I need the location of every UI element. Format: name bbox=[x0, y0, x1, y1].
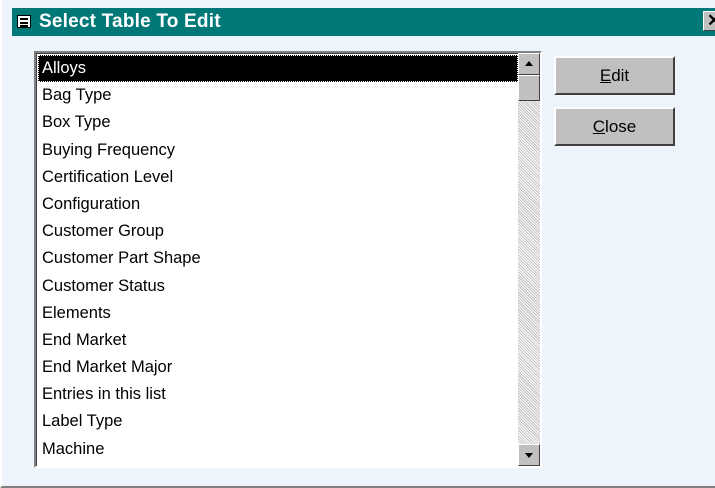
list-item[interactable]: Customer Group bbox=[38, 218, 518, 245]
arrow-up-icon bbox=[525, 61, 533, 66]
scroll-down-button[interactable] bbox=[518, 444, 540, 466]
list-item[interactable]: Alloys bbox=[38, 55, 518, 83]
list-item[interactable]: Configuration bbox=[38, 191, 518, 218]
list-item[interactable]: Bag Type bbox=[38, 82, 518, 109]
form-icon bbox=[17, 15, 31, 28]
list-item[interactable]: End Market bbox=[38, 327, 518, 354]
list-item[interactable]: Customer Status bbox=[38, 273, 518, 300]
close-window-button[interactable]: ✕ bbox=[703, 11, 715, 31]
vertical-scrollbar[interactable] bbox=[518, 53, 540, 466]
edit-mnemonic: E bbox=[599, 66, 612, 85]
edit-button[interactable]: Edit bbox=[554, 56, 675, 95]
title-bar[interactable]: Select Table To Edit ✕ bbox=[12, 8, 715, 36]
table-list[interactable]: Alloys Bag Type Box Type Buying Frequenc… bbox=[38, 55, 518, 466]
window-title: Select Table To Edit bbox=[39, 11, 221, 32]
select-table-dialog: Select Table To Edit ✕ Alloys Bag Type B… bbox=[0, 0, 715, 488]
close-mnemonic: C bbox=[592, 117, 606, 136]
list-item[interactable]: Buying Frequency bbox=[38, 137, 518, 164]
list-item[interactable]: End Market Major bbox=[38, 354, 518, 381]
close-button[interactable]: Close bbox=[554, 107, 675, 146]
close-label-rest: lose bbox=[605, 117, 637, 136]
table-listbox[interactable]: Alloys Bag Type Box Type Buying Frequenc… bbox=[34, 51, 542, 468]
list-item[interactable]: Certification Level bbox=[38, 164, 518, 191]
edit-label-rest: dit bbox=[611, 66, 630, 85]
dialog-body: Alloys Bag Type Box Type Buying Frequenc… bbox=[12, 36, 715, 476]
list-item[interactable]: Box Type bbox=[38, 109, 518, 136]
close-icon: ✕ bbox=[707, 11, 715, 30]
scrollbar-thumb[interactable] bbox=[518, 75, 540, 101]
arrow-down-icon bbox=[525, 453, 533, 458]
list-item[interactable]: Label Type bbox=[38, 408, 518, 435]
list-item[interactable]: Entries in this list bbox=[38, 381, 518, 408]
list-item[interactable]: Machine bbox=[38, 436, 518, 463]
scroll-up-button[interactable] bbox=[518, 53, 540, 75]
list-item[interactable]: Elements bbox=[38, 300, 518, 327]
list-item[interactable]: Customer Part Shape bbox=[38, 245, 518, 272]
